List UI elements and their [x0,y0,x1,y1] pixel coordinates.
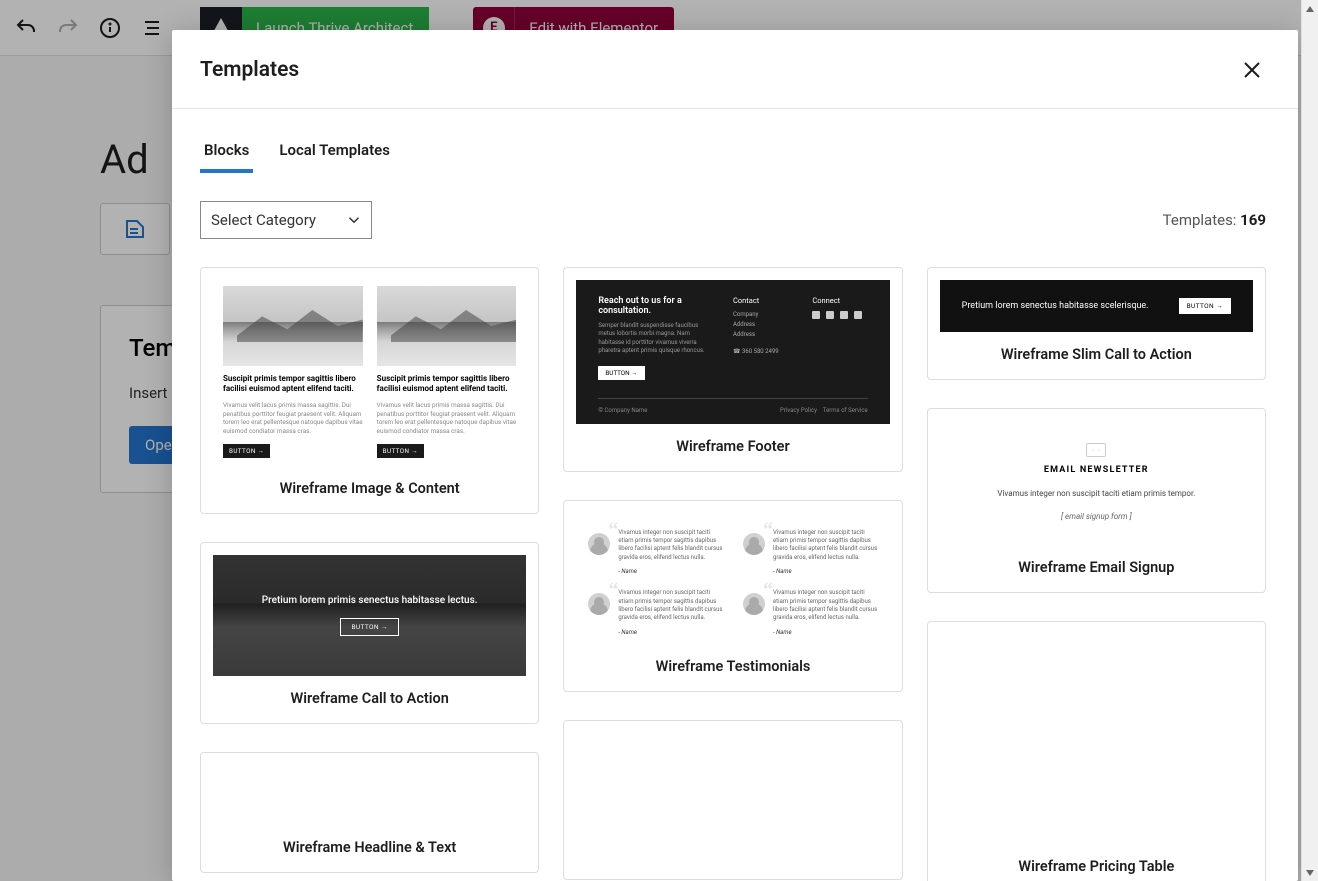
template-card-headline-text[interactable]: Wireframe Headline & Text [200,752,539,873]
window-scrollbar[interactable] [1301,0,1318,881]
template-label: Wireframe Footer [576,438,889,455]
thumb-email: EMAIL NEWSLETTER Vivamus integer non sus… [940,421,1253,545]
template-label: Wireframe Testimonials [576,658,889,675]
templates-count: Templates: 169 [1163,211,1266,229]
preview-heading: Reach out to us for a consultation. [598,296,709,316]
avatar-icon [743,533,765,555]
preview-button: BUTTON → [1179,298,1231,314]
preview-button: BUTTON → [598,366,644,380]
close-button[interactable] [1238,56,1266,84]
preview-heading: EMAIL NEWSLETTER [954,465,1239,475]
preview-text: Pretium lorem primis senectus habitasse … [223,595,516,606]
scroll-up-arrow-icon[interactable] [1302,0,1318,17]
chevron-down-icon [345,211,363,229]
tab-blocks[interactable]: Blocks [200,135,253,173]
template-label: Wireframe Pricing Table [940,858,1253,875]
preview-name: - Name [618,629,723,636]
grid-col-2: Reach out to us for a consultation. Semp… [563,267,902,881]
tab-local-templates[interactable]: Local Templates [275,135,394,173]
thumb-cta: Pretium lorem primis senectus habitasse … [213,555,526,676]
placeholder-image-icon [377,286,517,366]
preview-body: Vivamus integer non suscipit taciti etia… [773,529,878,563]
template-label: Wireframe Slim Call to Action [940,346,1253,363]
preview-contact-heading: Contact [733,296,788,305]
modal-body: Blocks Local Templates Select Category T… [172,109,1298,881]
preview-body: Vivamus velit lacus primis massa sagitti… [377,401,517,436]
preview-form-placeholder: [ email signup form ] [954,512,1239,521]
thumb-blank [213,765,526,825]
preview-body: Vivamus integer non suscipit taciti etia… [618,529,723,563]
quote-icon: “ [763,519,773,542]
filter-row: Select Category Templates: 169 [200,201,1266,239]
count-value: 169 [1240,211,1266,229]
quote-icon: “ [763,579,773,602]
preview-phone: ☎ 360 580 2499 [733,348,788,355]
thumb-slim-cta: Pretium lorem senectus habitasse sceleri… [940,280,1253,332]
preview-name: - Name [773,629,878,636]
placeholder-image-icon [223,286,363,366]
count-label-text: Templates: [1163,211,1241,229]
quote-icon: “ [608,579,618,602]
modal-title: Templates [200,58,299,82]
avatar-icon [743,593,765,615]
template-label: Wireframe Call to Action [213,690,526,707]
preview-button: BUTTON → [377,444,424,458]
preview-tos: Terms of Service [823,407,868,414]
template-card-image-content[interactable]: Suscipit primis tempor sagittis libero f… [200,267,539,514]
thumb-blank [940,634,1253,844]
quote-icon: “ [608,519,618,542]
thumb-image-content: Suscipit primis tempor sagittis libero f… [213,280,526,466]
tabs-row: Blocks Local Templates [200,135,1266,173]
templates-modal: Templates Blocks Local Templates Select … [172,30,1298,881]
modal-scrollbar[interactable] [1290,109,1298,881]
social-icons-row [812,311,867,319]
preview-link: Address [733,331,788,338]
grid-col-1: Suscipit primis tempor sagittis libero f… [200,267,539,881]
modal-header: Templates [172,30,1298,109]
preview-name: - Name [773,568,878,575]
template-card-cta[interactable]: Pretium lorem primis senectus habitasse … [200,542,539,724]
preview-heading: Suscipit primis tempor sagittis libero f… [377,374,517,395]
template-label: Wireframe Image & Content [213,480,526,497]
preview-link: Company [733,311,788,318]
avatar-icon [588,593,610,615]
thumb-footer: Reach out to us for a consultation. Semp… [576,280,889,424]
preview-body: Vivamus integer non suscipit taciti etia… [954,489,1239,498]
template-label: Wireframe Email Signup [940,559,1253,576]
templates-grid: Suscipit primis tempor sagittis libero f… [200,267,1266,881]
preview-text: Pretium lorem senectus habitasse sceleri… [962,301,1149,311]
grid-col-3: Pretium lorem senectus habitasse sceleri… [927,267,1266,881]
template-label: Wireframe Headline & Text [213,839,526,856]
preview-button: BUTTON → [340,618,398,636]
category-select-label: Select Category [211,211,316,229]
scroll-down-arrow-icon[interactable] [1302,864,1318,881]
preview-body: Vivamus integer non suscipit taciti etia… [773,589,878,623]
preview-body: Semper blandit suspendisse faucibus metu… [598,322,709,356]
preview-privacy: Privacy Policy [780,407,817,414]
template-card-slim-cta[interactable]: Pretium lorem senectus habitasse sceleri… [927,267,1266,380]
preview-name: - Name [618,568,723,575]
template-card-footer[interactable]: Reach out to us for a consultation. Semp… [563,267,902,472]
template-card-testimonials[interactable]: “Vivamus integer non suscipit taciti eti… [563,500,902,692]
category-select[interactable]: Select Category [200,201,372,239]
template-card-pricing-table[interactable]: Wireframe Pricing Table [927,621,1266,881]
preview-heading: Suscipit primis tempor sagittis libero f… [223,374,363,395]
preview-body: Vivamus integer non suscipit taciti etia… [618,589,723,623]
preview-copyright: © Company Name [598,407,647,414]
avatar-icon [588,533,610,555]
preview-link: Address [733,321,788,328]
template-card-email-signup[interactable]: EMAIL NEWSLETTER Vivamus integer non sus… [927,408,1266,593]
preview-connect-heading: Connect [812,296,867,305]
thumb-testimonials: “Vivamus integer non suscipit taciti eti… [576,513,889,644]
envelope-icon [1086,443,1106,457]
preview-button: BUTTON → [223,444,270,458]
preview-body: Vivamus velit lacus primis massa sagitti… [223,401,363,436]
template-card-placeholder[interactable] [563,720,902,880]
